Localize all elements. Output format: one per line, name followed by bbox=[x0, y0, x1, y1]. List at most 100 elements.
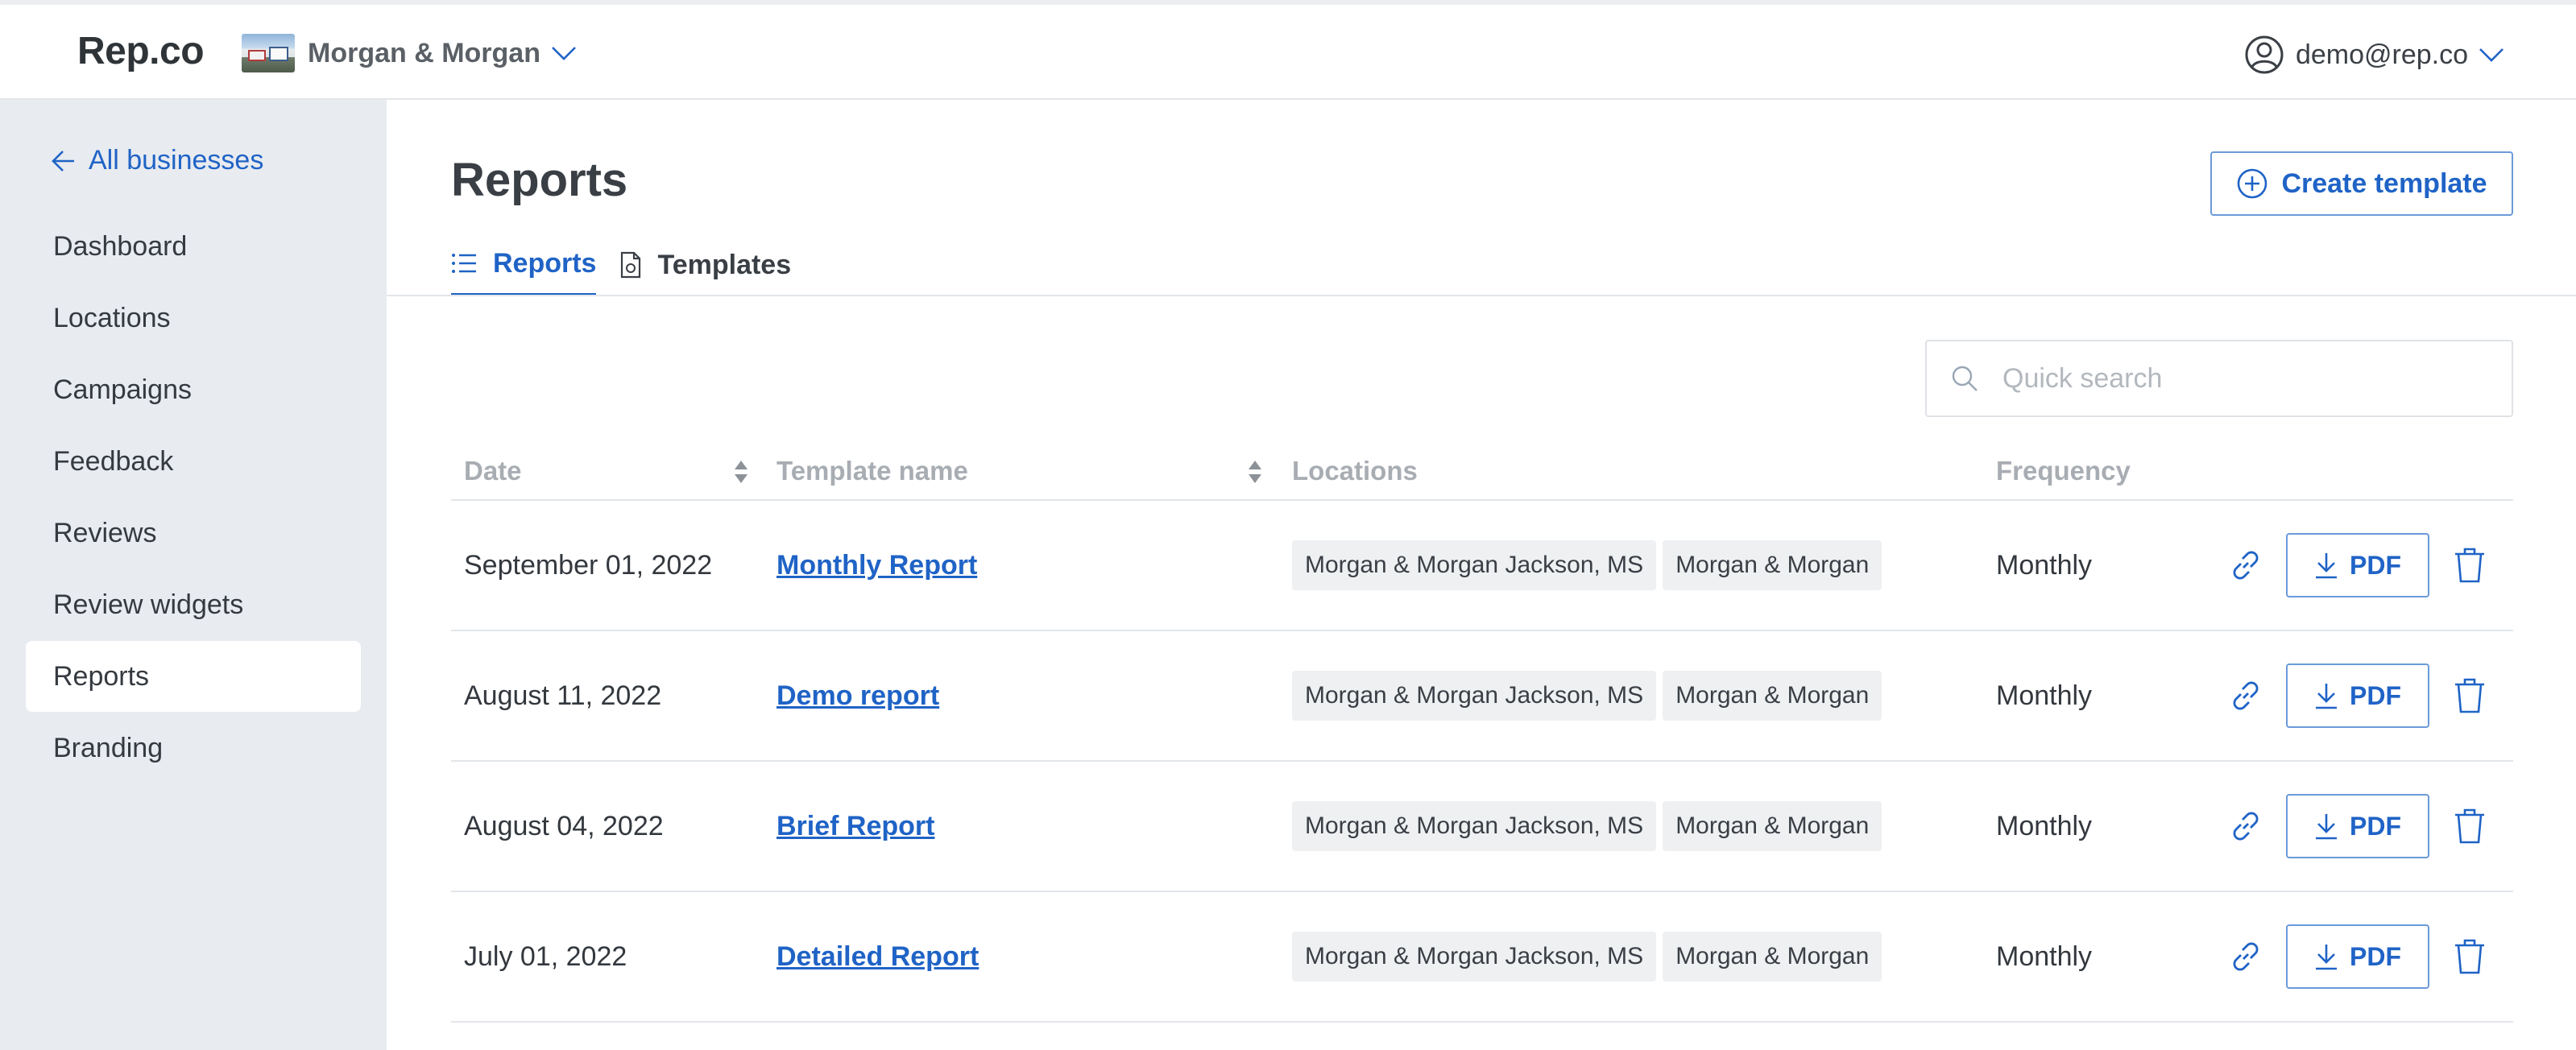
user-email: demo@rep.co bbox=[2295, 39, 2468, 70]
column-header-template-name[interactable]: Template name bbox=[777, 456, 968, 486]
chevron-down-icon bbox=[552, 47, 576, 60]
pdf-label: PDF bbox=[2350, 811, 2401, 841]
table-row: August 11, 2022 Demo report Morgan & Mor… bbox=[451, 631, 2513, 762]
list-icon bbox=[452, 254, 476, 273]
template-name-cell: Brief Report bbox=[777, 762, 934, 891]
sidebar-item-feedback[interactable]: Feedback bbox=[26, 426, 361, 497]
sidebar-item-reports[interactable]: Reports bbox=[26, 641, 361, 712]
document-icon bbox=[621, 251, 641, 279]
sort-icon[interactable] bbox=[1247, 459, 1263, 485]
copy-link-button[interactable] bbox=[2220, 929, 2272, 984]
column-header-locations: Locations bbox=[1292, 456, 1418, 486]
copy-link-button[interactable] bbox=[2220, 799, 2272, 854]
template-name-cell: Detailed Report bbox=[777, 892, 979, 1021]
location-chip: Morgan & Morgan Jackson, MS bbox=[1292, 801, 1657, 851]
download-icon bbox=[2316, 553, 2337, 579]
sidebar-item-branding[interactable]: Branding bbox=[26, 713, 361, 783]
all-businesses-label: All businesses bbox=[89, 145, 264, 176]
user-menu[interactable]: demo@rep.co bbox=[2244, 32, 2505, 77]
tab-templates-label: Templates bbox=[657, 249, 792, 280]
location-chip: Morgan & Morgan bbox=[1663, 932, 1882, 982]
tab-reports-label: Reports bbox=[493, 247, 597, 279]
page-title: Reports bbox=[451, 154, 628, 206]
template-name-link[interactable]: Detailed Report bbox=[777, 941, 979, 973]
tab-templates[interactable]: Templates bbox=[620, 234, 791, 296]
delete-button[interactable] bbox=[2444, 929, 2495, 984]
chevron-down-icon bbox=[2479, 48, 2504, 62]
search-icon bbox=[1952, 366, 1978, 391]
delete-button[interactable] bbox=[2444, 668, 2495, 723]
report-date: August 11, 2022 bbox=[464, 680, 662, 711]
table-header: Date Template name Locations Frequency bbox=[451, 443, 2513, 501]
sidebar: All businesses Dashboard Locations Campa… bbox=[0, 100, 387, 1050]
frequency: Monthly bbox=[1996, 549, 2093, 581]
copy-link-button[interactable] bbox=[2220, 668, 2272, 723]
pdf-label: PDF bbox=[2350, 550, 2401, 580]
delete-button[interactable] bbox=[2444, 799, 2495, 854]
report-date: August 04, 2022 bbox=[464, 810, 664, 841]
sidebar-item-campaigns[interactable]: Campaigns bbox=[26, 354, 361, 425]
template-name-link[interactable]: Brief Report bbox=[777, 811, 934, 842]
sort-icon[interactable] bbox=[733, 459, 749, 485]
location-chip: Morgan & Morgan bbox=[1663, 801, 1882, 851]
frequency: Monthly bbox=[1996, 680, 2093, 711]
trash-icon bbox=[2455, 678, 2484, 713]
locations-cell: Morgan & Morgan Jackson, MS Morgan & Mor… bbox=[1292, 762, 1888, 891]
sidebar-item-reviews[interactable]: Reviews bbox=[26, 498, 361, 568]
frequency: Monthly bbox=[1996, 810, 2093, 841]
download-pdf-button[interactable]: PDF bbox=[2286, 663, 2429, 728]
app-logo[interactable]: Rep.co bbox=[77, 29, 205, 73]
report-date: July 01, 2022 bbox=[464, 940, 627, 972]
top-bar: Rep.co Morgan & Morgan demo@rep.co bbox=[0, 0, 2576, 100]
frequency: Monthly bbox=[1996, 940, 2093, 972]
tabs-divider bbox=[387, 295, 2576, 296]
template-name-cell: Demo report bbox=[777, 631, 939, 760]
table-row: September 01, 2022 Monthly Report Morgan… bbox=[451, 501, 2513, 631]
business-thumbnail bbox=[242, 34, 295, 72]
locations-cell: Morgan & Morgan Jackson, MS Morgan & Mor… bbox=[1292, 501, 1888, 630]
download-pdf-button[interactable]: PDF bbox=[2286, 924, 2429, 989]
tabs: Reports Templates bbox=[451, 234, 815, 296]
quick-search[interactable] bbox=[1925, 340, 2513, 417]
link-icon bbox=[2233, 551, 2259, 580]
copy-link-button[interactable] bbox=[2220, 538, 2272, 593]
arrow-left-icon bbox=[52, 150, 74, 172]
locations-cell: Morgan & Morgan Jackson, MS Morgan & Mor… bbox=[1292, 892, 1888, 1021]
create-template-button[interactable]: Create template bbox=[2210, 151, 2513, 216]
create-template-label: Create template bbox=[2281, 167, 2487, 199]
business-switcher[interactable]: Morgan & Morgan bbox=[242, 32, 578, 74]
template-name-link[interactable]: Demo report bbox=[777, 680, 939, 712]
trash-icon bbox=[2455, 939, 2484, 974]
business-name: Morgan & Morgan bbox=[308, 37, 540, 68]
sidebar-item-locations[interactable]: Locations bbox=[26, 283, 361, 353]
template-name-link[interactable]: Monthly Report bbox=[777, 550, 977, 581]
search-input[interactable] bbox=[2002, 362, 2454, 395]
column-header-date[interactable]: Date bbox=[464, 456, 522, 486]
plus-circle-icon bbox=[2238, 168, 2267, 199]
download-pdf-button[interactable]: PDF bbox=[2286, 533, 2429, 597]
template-name-cell: Monthly Report bbox=[777, 501, 977, 630]
delete-button[interactable] bbox=[2444, 538, 2495, 593]
link-icon bbox=[2233, 681, 2259, 710]
location-chip: Morgan & Morgan bbox=[1663, 540, 1882, 590]
download-icon bbox=[2316, 945, 2337, 970]
location-chip: Morgan & Morgan Jackson, MS bbox=[1292, 671, 1657, 721]
trash-icon bbox=[2455, 808, 2484, 844]
link-icon bbox=[2233, 812, 2259, 841]
download-pdf-button[interactable]: PDF bbox=[2286, 794, 2429, 858]
locations-cell: Morgan & Morgan Jackson, MS Morgan & Mor… bbox=[1292, 631, 1888, 760]
report-date: September 01, 2022 bbox=[464, 549, 713, 581]
location-chip: Morgan & Morgan Jackson, MS bbox=[1292, 540, 1657, 590]
download-icon bbox=[2316, 684, 2337, 709]
link-icon bbox=[2233, 942, 2259, 971]
pdf-label: PDF bbox=[2350, 941, 2401, 971]
table-row: July 01, 2022 Detailed Report Morgan & M… bbox=[451, 892, 2513, 1023]
download-icon bbox=[2316, 814, 2337, 840]
sidebar-item-dashboard[interactable]: Dashboard bbox=[26, 211, 361, 282]
tab-reports[interactable]: Reports bbox=[451, 234, 597, 296]
table-row: August 04, 2022 Brief Report Morgan & Mo… bbox=[451, 762, 2513, 892]
sidebar-item-review-widgets[interactable]: Review widgets bbox=[26, 569, 361, 640]
location-chip: Morgan & Morgan bbox=[1663, 671, 1882, 721]
all-businesses-link[interactable]: All businesses bbox=[52, 145, 263, 176]
location-chip: Morgan & Morgan Jackson, MS bbox=[1292, 932, 1657, 982]
